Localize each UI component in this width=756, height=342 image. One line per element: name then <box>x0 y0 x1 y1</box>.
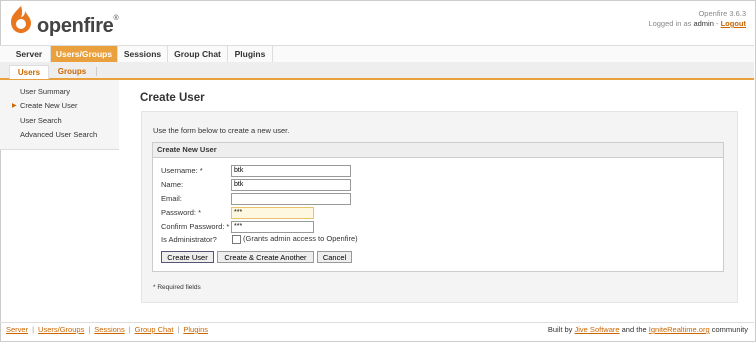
ignite-realtime-link[interactable]: IgniteRealtime.org <box>649 325 710 334</box>
footer-link-plugins[interactable]: Plugins <box>183 325 208 334</box>
subtab-groups[interactable]: Groups <box>52 65 92 78</box>
required-note: * Required fields <box>153 284 201 291</box>
is-admin-checkbox[interactable] <box>232 235 241 244</box>
subtab-divider <box>96 67 97 76</box>
create-another-button[interactable]: Create & Create Another <box>217 251 314 263</box>
openfire-logo[interactable]: openfire® <box>7 4 127 40</box>
tab-group-chat[interactable]: Group Chat <box>168 46 228 63</box>
password-label: Password: * <box>161 208 202 217</box>
and-the-text: and the <box>621 325 647 334</box>
footer-credits: Built by Jive Software and the IgniteRea… <box>548 325 748 334</box>
sidebar-item-user-summary[interactable]: User Summary <box>20 87 70 96</box>
page-title: Create User <box>140 92 205 104</box>
logged-in-label: Logged in as <box>648 19 692 28</box>
email-input[interactable] <box>231 193 351 205</box>
name-input[interactable]: btk <box>231 179 351 191</box>
password-input[interactable]: *** <box>231 207 314 219</box>
footer-link-sessions[interactable]: Sessions <box>94 325 124 334</box>
footer-separator: | <box>88 325 91 334</box>
logo-text: openfire <box>37 15 114 37</box>
active-arrow-icon: ▶ <box>12 103 17 109</box>
username-input[interactable]: btk <box>231 165 351 177</box>
confirm-password-input[interactable]: *** <box>231 221 314 233</box>
footer-divider <box>0 322 754 323</box>
logo-trademark: ® <box>113 15 119 22</box>
is-admin-label: Is Administrator? <box>161 235 217 244</box>
cancel-button[interactable]: Cancel <box>317 251 352 263</box>
logout-link[interactable]: Logout <box>721 19 746 28</box>
intro-text: Use the form below to create a new user. <box>153 126 290 135</box>
user-info: Openfire 3.6.3 Logged in as admin - Logo… <box>648 9 746 29</box>
footer-separator: | <box>177 325 180 334</box>
tab-server[interactable]: Server <box>8 46 51 63</box>
flame-logo-icon <box>11 6 31 33</box>
username-label: Username: * <box>161 166 203 175</box>
confirm-password-label: Confirm Password: * <box>161 222 230 231</box>
version-text: Openfire 3.6.3 <box>698 9 746 18</box>
subtab-users[interactable]: Users <box>9 65 49 79</box>
sidebar-item-user-search[interactable]: User Search <box>20 116 62 125</box>
create-user-button[interactable]: Create User <box>161 251 214 263</box>
footer-link-users-groups[interactable]: Users/Groups <box>38 325 84 334</box>
tab-plugins[interactable]: Plugins <box>228 46 273 63</box>
footer-link-server[interactable]: Server <box>6 325 28 334</box>
form-title: Create New User <box>153 143 723 158</box>
tab-sessions[interactable]: Sessions <box>118 46 168 63</box>
footer-link-group-chat[interactable]: Group Chat <box>135 325 174 334</box>
footer-separator: | <box>128 325 131 334</box>
jive-software-link[interactable]: Jive Software <box>575 325 620 334</box>
is-admin-hint: (Grants admin access to Openfire) <box>243 234 358 243</box>
footer-separator: | <box>32 325 35 334</box>
sidebar-item-advanced-user-search[interactable]: Advanced User Search <box>20 130 97 139</box>
tab-users-groups[interactable]: Users/Groups <box>51 46 118 63</box>
logged-in-user: admin <box>693 19 714 28</box>
sub-tabs: Users Groups <box>0 62 754 80</box>
email-label: Email: <box>161 194 182 203</box>
footer-nav: Server | Users/Groups | Sessions | Group Chat |… <box>6 325 208 334</box>
name-label: Name: <box>161 180 184 189</box>
separator: - <box>716 19 719 28</box>
community-text: community <box>711 325 748 334</box>
sidebar-item-create-new-user[interactable]: Create New User <box>20 101 78 110</box>
built-by-text: Built by <box>547 325 573 334</box>
